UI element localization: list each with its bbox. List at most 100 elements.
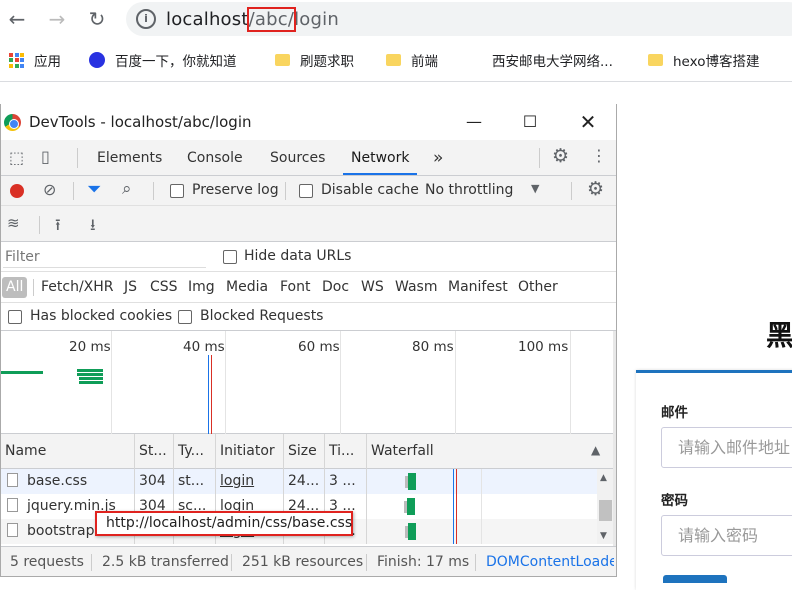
tab-elements[interactable]: Elements [97, 140, 162, 175]
filter-type-font[interactable]: Font [280, 277, 310, 298]
file-icon [7, 523, 18, 537]
filter-type-js[interactable]: JS [124, 277, 137, 298]
forward-button[interactable]: → [45, 7, 69, 31]
bookmark-label: 百度一下，你就知道 [115, 54, 237, 70]
settings-gear-icon[interactable]: ⚙ [552, 145, 569, 167]
filter-type-ws[interactable]: WS [361, 277, 384, 298]
cell-time: 3 ... [325, 469, 367, 494]
filter-type-css[interactable]: CSS [150, 277, 178, 298]
grid-line [570, 331, 571, 434]
url-highlighted-path: /abc/ [246, 7, 297, 32]
overview-bar [77, 373, 103, 376]
column-name[interactable]: Name [1, 434, 135, 469]
search-icon[interactable]: ⌕ [122, 179, 132, 199]
clear-icon[interactable]: ⊘ [43, 180, 56, 199]
bookmark-apps[interactable]: 应用 [9, 50, 61, 70]
bookmark-baidu[interactable]: 百度一下，你就知道 [89, 50, 237, 70]
omnibox[interactable]: i localhost/abc/login [126, 2, 792, 36]
filter-input[interactable]: Filter [3, 246, 206, 268]
devtools-window: DevTools - localhost/abc/login — ☐ ✕ ⬚ ▯… [0, 104, 617, 577]
hide-data-urls-checkbox[interactable] [223, 250, 237, 264]
bookmark-label: 刷题求职 [300, 54, 354, 70]
url-path-rest: login [294, 9, 339, 30]
grid-line [455, 331, 456, 434]
panel-scrollbar[interactable] [613, 331, 616, 546]
hide-data-urls-label: Hide data URLs [244, 248, 352, 264]
tab-sources[interactable]: Sources [270, 140, 325, 175]
login-button[interactable] [663, 575, 727, 583]
column-status[interactable]: St... [135, 434, 174, 469]
separator [91, 554, 92, 571]
throttling-select[interactable]: No throttling [425, 182, 513, 198]
tab-console[interactable]: Console [187, 140, 243, 175]
back-button[interactable]: ← [5, 7, 29, 31]
dom-content-loaded: DOMContentLoaded [486, 554, 614, 570]
filter-type-media[interactable]: Media [226, 277, 268, 298]
minimize-button[interactable]: — [459, 110, 489, 134]
inspect-element-icon[interactable]: ⬚ [9, 148, 24, 167]
table-scrollbar[interactable]: ▲ ▼ [597, 469, 613, 544]
bookmark-xupt[interactable]: 西安邮电大学网络... [492, 50, 613, 70]
chevron-down-icon[interactable]: ▼ [531, 182, 539, 195]
cell-size: 24... [284, 469, 325, 494]
has-blocked-cookies-checkbox[interactable] [8, 310, 22, 324]
filter-type-all[interactable]: All [2, 277, 28, 298]
waterfall-bar [408, 473, 416, 490]
record-button[interactable] [10, 184, 24, 198]
reload-button[interactable]: ↻ [85, 7, 109, 31]
devtools-titlebar: DevTools - localhost/abc/login — ☐ ✕ [1, 104, 616, 140]
close-button[interactable]: ✕ [573, 110, 603, 134]
filter-type-doc[interactable]: Doc [322, 277, 349, 298]
more-options-icon[interactable]: ⋮ [591, 146, 607, 165]
separator [33, 279, 34, 296]
bookmark-folder-frontend[interactable]: 前端 [386, 50, 438, 70]
network-conditions-wifi-icon[interactable]: ≋ [7, 214, 20, 232]
preserve-log-checkbox[interactable] [170, 184, 184, 198]
filter-type-manifest[interactable]: Manifest [448, 277, 508, 298]
column-waterfall[interactable]: Waterfall [367, 434, 593, 469]
overview-bar [79, 377, 103, 380]
preserve-log-label: Preserve log [192, 182, 279, 198]
url-text[interactable]: localhost/abc/login [166, 7, 339, 32]
filter-type-wasm[interactable]: Wasm [395, 277, 437, 298]
scroll-down-arrow-icon[interactable]: ▼ [600, 531, 607, 541]
filter-type-fetch-xhr[interactable]: Fetch/XHR [41, 277, 114, 298]
scroll-up-arrow-icon[interactable]: ▲ [600, 473, 607, 483]
filter-type-img[interactable]: Img [188, 277, 215, 298]
bookmark-label: 前端 [411, 54, 438, 70]
separator [153, 182, 154, 200]
file-icon [7, 498, 18, 512]
bookmark-folder-jobs[interactable]: 刷题求职 [275, 50, 354, 70]
tab-network[interactable]: Network [343, 140, 418, 175]
load-line [211, 355, 212, 434]
network-settings-gear-icon[interactable]: ⚙ [587, 178, 604, 200]
finish-time: Finish: 17 ms [377, 554, 470, 570]
device-toolbar-icon[interactable]: ▯ [41, 147, 50, 166]
baidu-paw-icon [89, 52, 105, 68]
maximize-button[interactable]: ☐ [515, 110, 545, 134]
column-type[interactable]: Ty... [174, 434, 216, 469]
column-size[interactable]: Size [284, 434, 325, 469]
tick-label: 80 ms [412, 339, 454, 355]
folder-icon [386, 54, 401, 66]
blocked-requests-checkbox[interactable] [178, 310, 192, 324]
sort-triangle-up-icon[interactable]: ▲ [591, 443, 600, 457]
column-initiator[interactable]: Initiator [216, 434, 284, 469]
export-har-download-icon[interactable]: ⭳ [90, 214, 96, 241]
overview-bar [79, 381, 103, 384]
column-time[interactable]: Ti... [325, 434, 367, 469]
more-tabs-button[interactable]: » [433, 140, 443, 175]
table-row[interactable]: base.css 304 st... login 24... 3 ... [1, 469, 613, 494]
site-info-icon[interactable]: i [136, 9, 156, 29]
password-field[interactable]: 请输入密码 [661, 515, 792, 556]
scrollbar-thumb[interactable] [599, 500, 612, 521]
filter-type-other[interactable]: Other [518, 277, 558, 298]
email-field[interactable]: 请输入邮件地址 [661, 427, 792, 468]
cell-initiator-link[interactable]: login [216, 469, 284, 494]
tick-label: 40 ms [183, 339, 225, 355]
filter-funnel-icon[interactable]: ⏷ [87, 179, 101, 200]
network-overview-timeline[interactable]: 20 ms 40 ms 60 ms 80 ms 100 ms [1, 331, 613, 434]
import-har-upload-icon[interactable]: ⭱ [55, 214, 61, 241]
disable-cache-checkbox[interactable] [299, 184, 313, 198]
bookmark-folder-hexo[interactable]: hexo博客搭建 [648, 50, 759, 70]
